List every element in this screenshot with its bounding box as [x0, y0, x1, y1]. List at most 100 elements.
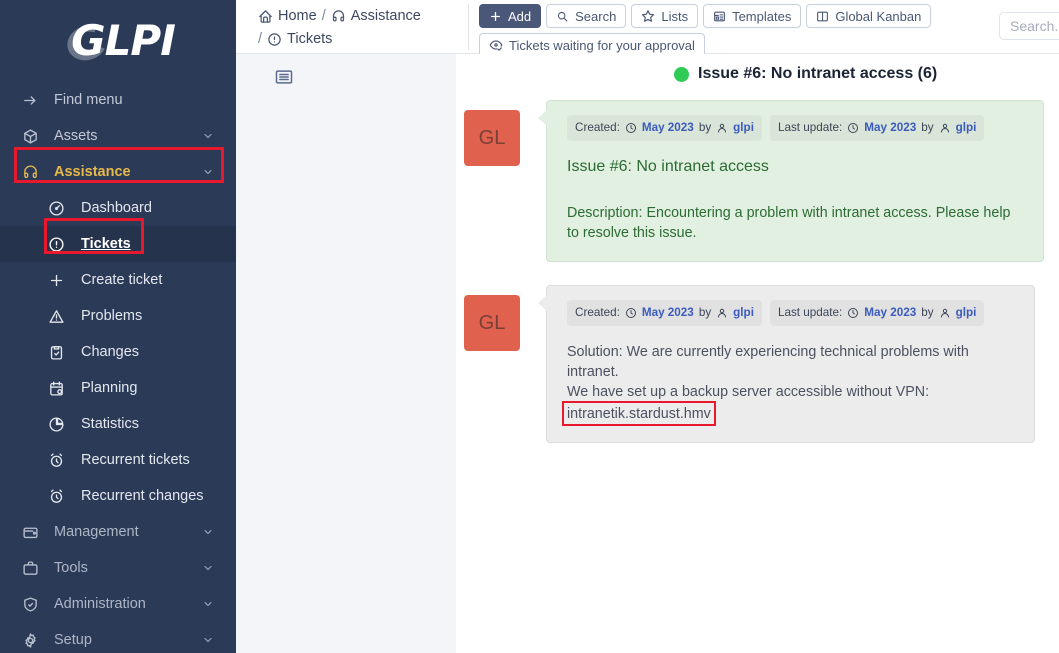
sidebar-item-tickets[interactable]: Tickets: [0, 226, 236, 262]
app-logo[interactable]: GLPI: [0, 0, 236, 82]
sidebar-item-label: Changes: [81, 344, 140, 360]
top-toolbar: Home / Assistance / Tickets Add Search L…: [236, 0, 1059, 57]
breadcrumb-tickets[interactable]: Tickets: [267, 28, 332, 51]
sidebar-item-recurrent-changes[interactable]: Recurrent changes: [0, 478, 236, 514]
global-search-input[interactable]: Search...: [999, 12, 1059, 40]
sidebar-item-find-menu[interactable]: Find menu: [0, 82, 236, 118]
global-kanban-button[interactable]: Global Kanban: [806, 4, 932, 28]
sidebar-item-setup[interactable]: Setup: [0, 622, 236, 653]
sidebar-item-label: Recurrent tickets: [81, 452, 190, 468]
sidebar-item-problems[interactable]: Problems: [0, 298, 236, 334]
last-update-by-word: by: [921, 306, 934, 319]
created-date[interactable]: May 2023: [642, 118, 694, 138]
briefcase-icon: [22, 560, 44, 577]
chevron-down-icon[interactable]: [202, 526, 214, 538]
created-label: Created:: [575, 121, 620, 134]
created-by-user[interactable]: glpi: [733, 118, 754, 138]
created-date[interactable]: May 2023: [642, 303, 694, 323]
alert-circle-icon: [267, 32, 282, 47]
sidebar-item-dashboard[interactable]: Dashboard: [0, 190, 236, 226]
last-update-by-user[interactable]: glpi: [956, 118, 977, 138]
content-area: Issue #6: No intranet access (6) Ticket1…: [236, 54, 1059, 653]
template-icon: [713, 10, 726, 23]
kanban-icon: [816, 10, 829, 23]
chevron-down-icon[interactable]: [202, 634, 214, 646]
message-body-line: We have set up a backup server accessibl…: [567, 384, 930, 400]
created-by-user[interactable]: glpi: [733, 303, 754, 323]
created-label: Created:: [575, 306, 620, 319]
clock-icon: [847, 122, 859, 134]
sidebar-item-label: Tools: [54, 560, 88, 576]
avatar[interactable]: GL: [464, 295, 520, 351]
sidebar-item-label: Setup: [54, 632, 92, 648]
chevron-down-icon[interactable]: [202, 166, 214, 178]
clock-icon: [625, 307, 637, 319]
sidebar-item-label: Tickets: [81, 236, 131, 252]
arrow-right-icon: [22, 92, 44, 109]
sidebar-item-tools[interactable]: Tools: [0, 550, 236, 586]
user-icon: [716, 122, 728, 134]
star-icon: [641, 9, 655, 23]
templates-button[interactable]: Templates: [703, 4, 802, 28]
avatar[interactable]: GL: [464, 110, 520, 166]
created-meta-chip: Created: May 2023 by glpi: [567, 115, 762, 141]
sidebar-item-assistance[interactable]: Assistance: [0, 154, 236, 190]
alert-circle-icon: [48, 236, 70, 253]
last-update-date[interactable]: May 2023: [864, 303, 916, 323]
gear-icon: [22, 632, 44, 649]
global-search-placeholder: Search...: [1010, 18, 1059, 34]
message-bubble: Created: May 2023 by glpi Last update: May 20…: [538, 100, 1044, 262]
add-button[interactable]: Add: [479, 4, 542, 28]
message-body: Description: Encountering a problem with…: [567, 203, 1023, 243]
toolbar-buttons: Add Search Lists Templates Global Kanban…: [469, 0, 989, 57]
chevron-down-icon[interactable]: [202, 598, 214, 610]
sidebar-item-recurrent-tickets[interactable]: Recurrent tickets: [0, 442, 236, 478]
last-update-date[interactable]: May 2023: [864, 118, 916, 138]
page-title: Issue #6: No intranet access (6): [674, 65, 937, 83]
search-button[interactable]: Search: [546, 4, 627, 28]
message-bubble-wrap: Created: May 2023 by glpi Last update: May 20…: [538, 285, 1059, 443]
chevron-down-icon[interactable]: [202, 562, 214, 574]
sidebar-item-label: Administration: [54, 596, 146, 612]
sidebar-item-statistics[interactable]: Statistics: [0, 406, 236, 442]
warning-icon: [48, 308, 70, 325]
sidebar-item-planning[interactable]: Planning: [0, 370, 236, 406]
page-header: Issue #6: No intranet access (6): [236, 54, 1059, 100]
breadcrumb: Home / Assistance / Tickets: [236, 0, 468, 51]
alarm-icon: [48, 452, 70, 469]
search-button-label: Search: [575, 8, 617, 24]
chevron-down-icon[interactable]: [202, 130, 214, 142]
message-highlight-line: intranetik.stardust.hmv: [562, 401, 1014, 426]
sidebar-item-create-ticket[interactable]: Create ticket: [0, 262, 236, 298]
sidebar-item-label: Create ticket: [81, 272, 163, 288]
sidebar-item-label: Find menu: [54, 92, 123, 108]
left-pane-background: [236, 54, 456, 653]
message-title: Issue #6: No intranet access: [567, 158, 769, 175]
lists-button-label: Lists: [661, 8, 689, 24]
message-body-line: Solution: We are currently experiencing …: [567, 344, 969, 380]
user-icon: [939, 122, 951, 134]
sidebar-item-management[interactable]: Management: [0, 514, 236, 550]
sidebar-item-label: Planning: [81, 380, 138, 396]
breadcrumb-separator-1: /: [321, 8, 326, 24]
list-layout-icon[interactable]: [274, 67, 294, 87]
headset-icon: [331, 9, 346, 24]
message-meta: Created: May 2023 by glpi Last update: May 20…: [567, 115, 1023, 141]
breadcrumb-home[interactable]: Home: [258, 5, 317, 28]
box-icon: [22, 128, 44, 145]
last-update-by-user[interactable]: glpi: [956, 303, 977, 323]
clock-icon: [625, 122, 637, 134]
message-body: Solution: We are currently experiencing …: [562, 342, 1014, 426]
timeline-message: GL Created: May 2023 by glpi Last update: May …: [464, 285, 1059, 443]
lists-button[interactable]: Lists: [631, 4, 699, 28]
global-kanban-button-label: Global Kanban: [835, 8, 922, 24]
sidebar-item-label: Management: [54, 524, 139, 540]
sidebar-item-changes[interactable]: Changes: [0, 334, 236, 370]
sidebar-item-label: Problems: [81, 308, 143, 324]
sidebar-item-assets[interactable]: Assets: [0, 118, 236, 154]
created-by-word: by: [698, 121, 712, 134]
app-root: GLPI Find menu Assets Assistance Dashboard T…: [0, 0, 1059, 653]
breadcrumb-assistance[interactable]: Assistance: [331, 5, 421, 28]
sidebar-item-label: Dashboard: [81, 200, 152, 216]
sidebar-item-administration[interactable]: Administration: [0, 586, 236, 622]
